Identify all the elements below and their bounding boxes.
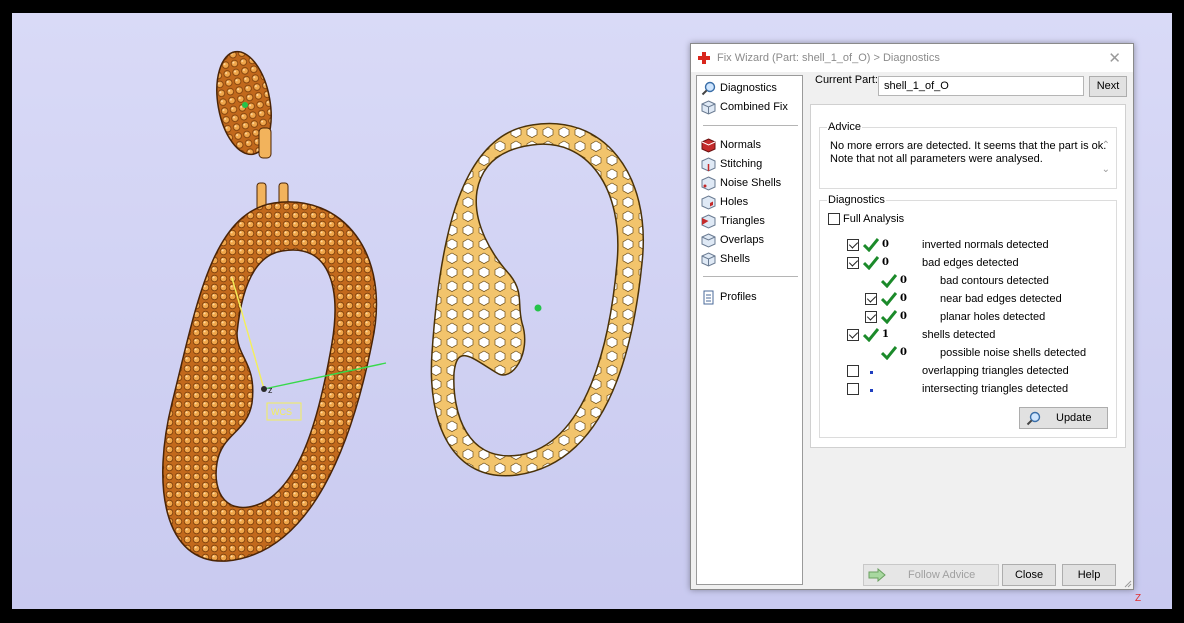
row-label: bad contours detected xyxy=(940,275,1049,287)
nav-item-stitching[interactable]: Stitching xyxy=(701,155,762,173)
row-label: intersecting triangles detected xyxy=(922,383,1069,395)
row-count: 0 xyxy=(882,257,889,268)
nav-label: Overlaps xyxy=(720,234,765,246)
row-checkbox[interactable] xyxy=(865,311,877,323)
row-count: 0 xyxy=(900,293,907,304)
red-cross-icon xyxy=(698,52,710,64)
row-label: planar holes detected xyxy=(940,311,1046,323)
overlaps-cube-icon xyxy=(701,232,716,248)
check-icon xyxy=(863,256,879,270)
row-count: 0 xyxy=(882,239,889,250)
advice-group: No more errors are detected. It seems th… xyxy=(819,127,1117,189)
check-icon xyxy=(863,328,879,342)
cube-icon xyxy=(701,99,716,115)
row-label: possible noise shells detected xyxy=(940,347,1087,359)
stitching-cube-icon xyxy=(701,156,716,172)
follow-advice-label: Follow Advice xyxy=(908,569,976,581)
full-analysis-checkbox[interactable] xyxy=(828,213,840,225)
row-checkbox[interactable] xyxy=(847,383,859,395)
row-checkbox[interactable] xyxy=(847,365,859,377)
nav-label: Holes xyxy=(720,196,749,208)
diagnostics-panel: No more errors are detected. It seems th… xyxy=(810,104,1126,448)
advice-line-2: Note that not all parameters were analys… xyxy=(830,153,1043,165)
pending-dot-icon xyxy=(870,371,873,374)
nav-item-normals[interactable]: Normals xyxy=(701,136,761,154)
magnifier-icon xyxy=(701,81,716,95)
follow-advice-button[interactable]: Follow Advice xyxy=(863,564,999,586)
bail-ring-model xyxy=(216,50,272,159)
row-count: 1 xyxy=(882,329,889,340)
full-analysis-label: Full Analysis xyxy=(843,213,905,225)
next-button[interactable]: Next xyxy=(1089,76,1127,97)
nav-item-combined-fix[interactable]: Combined Fix xyxy=(701,98,788,116)
honeycomb-o-model xyxy=(430,122,644,477)
row-label: overlapping triangles detected xyxy=(922,365,1069,377)
check-icon xyxy=(881,292,897,306)
row-count: 0 xyxy=(900,347,907,358)
shells-cube-icon xyxy=(701,251,716,267)
row-count: 0 xyxy=(900,275,907,286)
nav-item-overlaps[interactable]: Overlaps xyxy=(701,231,764,249)
nav-item-noise-shells[interactable]: Noise Shells xyxy=(701,174,781,192)
nav-label: Diagnostics xyxy=(720,82,777,94)
scroll-down-icon[interactable]: ⌄ xyxy=(1102,164,1110,175)
scroll-up-icon[interactable]: ⌃ xyxy=(1102,140,1110,151)
nav-item-profiles[interactable]: Profiles xyxy=(701,288,757,306)
row-label: inverted normals detected xyxy=(922,239,1049,251)
arrow-right-icon xyxy=(868,568,886,582)
row-checkbox[interactable] xyxy=(847,257,859,269)
update-label: Update xyxy=(1056,412,1092,424)
check-icon xyxy=(881,310,897,324)
nav-label: Profiles xyxy=(720,291,757,303)
nav-separator xyxy=(703,276,798,277)
row-label: bad edges detected xyxy=(922,257,1019,269)
nav-item-shells[interactable]: Shells xyxy=(701,250,750,268)
close-icon[interactable]: ✕ xyxy=(1108,49,1121,67)
advice-line-1: No more errors are detected. It seems th… xyxy=(830,140,1107,152)
normals-cube-icon xyxy=(701,137,716,153)
triangles-cube-icon xyxy=(701,213,716,229)
advice-title: Advice xyxy=(827,121,863,133)
nav-item-holes[interactable]: Holes xyxy=(701,193,748,211)
wizard-nav: Diagnostics Combined Fix Normals Stitchi… xyxy=(696,75,803,585)
nav-label: Noise Shells xyxy=(720,177,782,189)
holes-cube-icon xyxy=(701,194,716,210)
nav-separator xyxy=(703,125,798,126)
document-icon xyxy=(703,290,714,304)
chevron-down-icon: ⌵ xyxy=(884,79,891,89)
beaded-o-pendant-model: z WCS xyxy=(162,182,387,562)
nav-label: Triangles xyxy=(720,215,765,227)
corner-axis-label: Z xyxy=(1135,593,1141,604)
magnifier-icon xyxy=(1026,411,1041,426)
diagnostics-title: Diagnostics xyxy=(827,194,886,206)
row-count: 0 xyxy=(900,311,907,322)
check-icon xyxy=(881,274,897,288)
noise-shells-icon xyxy=(701,175,716,191)
title-bar: Fix Wizard (Part: shell_1_of_O) > Diagno… xyxy=(691,44,1133,72)
nav-label: Shells xyxy=(720,253,750,265)
check-icon xyxy=(863,238,879,252)
wcs-label: WCS xyxy=(271,407,292,417)
update-button[interactable]: Update xyxy=(1019,407,1108,429)
fix-wizard-dialog: Fix Wizard (Part: shell_1_of_O) > Diagno… xyxy=(690,43,1134,590)
row-checkbox[interactable] xyxy=(865,293,877,305)
close-button[interactable]: Close xyxy=(1002,564,1056,586)
current-part-label: Current Part: xyxy=(815,74,878,86)
row-label: shells detected xyxy=(922,329,996,341)
nav-item-diagnostics[interactable]: Diagnostics xyxy=(701,79,777,97)
help-button[interactable]: Help xyxy=(1062,564,1116,586)
axis-z-label: z xyxy=(268,385,273,395)
row-checkbox[interactable] xyxy=(847,239,859,251)
nav-item-triangles[interactable]: Triangles xyxy=(701,212,765,230)
check-icon xyxy=(881,346,897,360)
current-part-select[interactable]: shell_1_of_O ⌵ xyxy=(878,76,1084,96)
dialog-title: Fix Wizard (Part: shell_1_of_O) > Diagno… xyxy=(717,52,940,64)
nav-label: Normals xyxy=(720,139,761,151)
nav-label: Stitching xyxy=(720,158,763,170)
pending-dot-icon xyxy=(870,389,873,392)
nav-label: Combined Fix xyxy=(720,101,788,113)
resize-grip-icon[interactable] xyxy=(1122,578,1132,588)
row-checkbox[interactable] xyxy=(847,329,859,341)
row-label: near bad edges detected xyxy=(940,293,1062,305)
